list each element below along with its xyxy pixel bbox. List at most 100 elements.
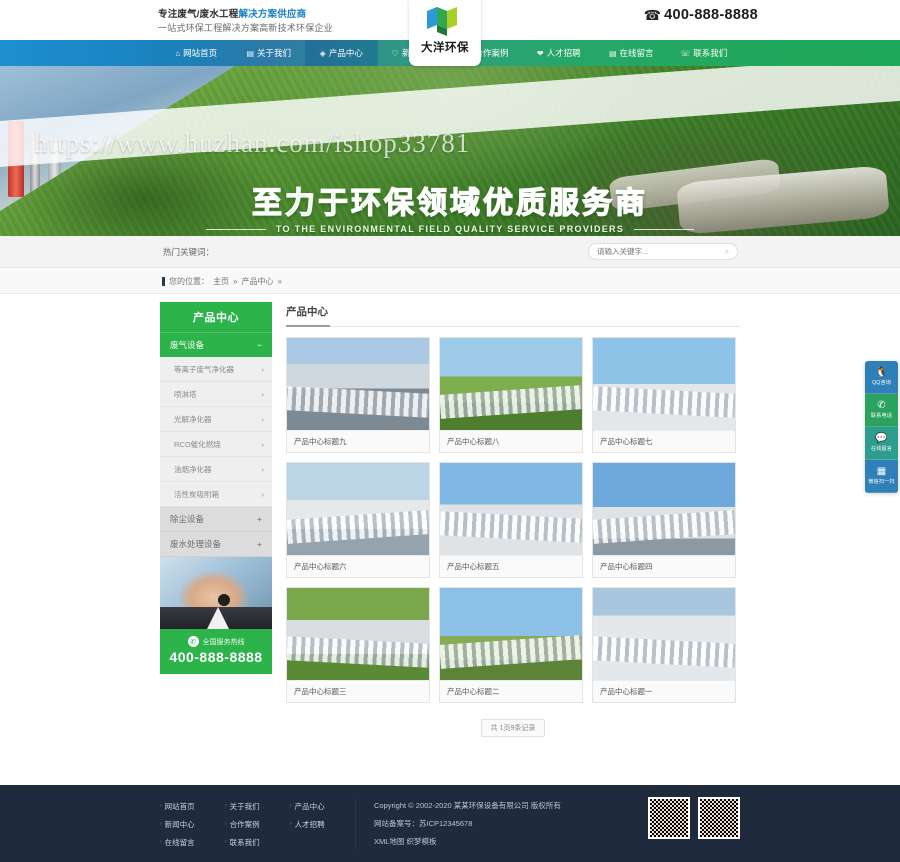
footer-link-4[interactable]: › 合作案例 [225, 815, 290, 833]
tool-item-label: 联系电话 [870, 413, 893, 419]
hot-keywords-label: 热门关键词： [163, 247, 215, 257]
sidebar-subitem-4[interactable]: 油烟净化器 › [160, 457, 272, 482]
pagination-info[interactable]: 共 1页9条记录 [480, 719, 546, 737]
sidebar-category-1[interactable]: 废水处理设备 + [160, 532, 272, 557]
chevron-right-icon: › [225, 838, 227, 845]
breadcrumb-sep-2: » [277, 277, 282, 286]
sidebar: 产品中心 废气设备 − 等离子废气净化器 › 喷淋塔 › 光解净化器 › RCO… [160, 302, 272, 737]
search-input[interactable] [589, 244, 717, 259]
sidebar-title: 产品中心 [160, 302, 272, 332]
product-title: 产品中心标题一 [593, 680, 735, 702]
footer-link-5[interactable]: › 人才招聘 [290, 815, 355, 833]
tool-item-1[interactable]: ✆ 联系电话 [865, 394, 898, 427]
company-slogan: 专注废气/废水工程解决方案供应商 一站式环保工程解决方案高新技术环保企业 [158, 8, 333, 35]
page-root: 专注废气/废水工程解决方案供应商 一站式环保工程解决方案高新技术环保企业 ☎ 4… [0, 0, 900, 862]
telephone-icon: ☎ [643, 7, 662, 23]
banner-rule-right [634, 228, 695, 230]
product-image [287, 588, 429, 680]
product-image [593, 338, 735, 430]
breadcrumb-item-home[interactable]: 主页 [213, 276, 229, 287]
footer-link-6[interactable]: › 在线留言 [160, 833, 225, 851]
footer-divider [355, 799, 356, 849]
nav-item-6[interactable]: ▤ 在线留言 [595, 40, 668, 66]
tool-item-2[interactable]: 💬 在线留言 [865, 427, 898, 460]
product-card[interactable]: 产品中心标题四 [592, 462, 736, 578]
product-title: 产品中心标题七 [593, 430, 735, 452]
sidebar-subitem-0[interactable]: 等离子废气净化器 › [160, 357, 272, 382]
product-card[interactable]: 产品中心标题三 [286, 587, 430, 703]
product-card[interactable]: 产品中心标题二 [439, 587, 583, 703]
product-title: 产品中心标题二 [440, 680, 582, 702]
content-header: 产品中心 [286, 302, 740, 327]
expand-plus-icon: + [257, 539, 262, 549]
sidebar-subitem-label: 等离子废气净化器 [174, 364, 234, 374]
footer-link-3[interactable]: › 新闻中心 [160, 815, 225, 833]
floating-toolbar: 🐧 QQ咨询 ✆ 联系电话 💬 在线留言 ▦ 微信扫一扫 [865, 361, 898, 493]
chat-bubble-icon: 💬 [875, 433, 888, 444]
banner-subtitle-text: TO THE ENVIRONMENTAL FIELD QUALITY SERVI… [275, 224, 625, 234]
box-icon: ◈ [319, 48, 326, 58]
product-image [287, 463, 429, 555]
footer-link-7[interactable]: › 联系我们 [225, 833, 290, 851]
breadcrumb-marker-icon [162, 277, 165, 286]
nav-item-7[interactable]: ☏ 联系我们 [668, 40, 741, 66]
product-card[interactable]: 产品中心标题六 [286, 462, 430, 578]
slogan-line2: 一站式环保工程解决方案高新技术环保企业 [158, 22, 333, 33]
sidebar-subitem-label: 油烟净化器 [174, 464, 212, 474]
product-card[interactable]: 产品中心标题一 [592, 587, 736, 703]
sidebar-hotline: ✆ 全国服务热线 400-888-8888 [160, 629, 272, 674]
footer-link-2[interactable]: › 产品中心 [290, 797, 355, 815]
sidebar-subitem-1[interactable]: 喷淋塔 › [160, 382, 272, 407]
nav-item-label: 人才招聘 [546, 48, 581, 58]
product-image [287, 338, 429, 430]
product-content: 产品中心 产品中心标题九 产品中心标题八 产品中心标题七 产品中心标题六 产品中… [286, 302, 740, 737]
product-card[interactable]: 产品中心标题九 [286, 337, 430, 453]
breadcrumb-item-products[interactable]: 产品中心 [241, 276, 273, 287]
chevron-right-icon: › [261, 464, 265, 474]
hotline-label: 全国服务热线 [202, 638, 245, 646]
site-logo[interactable]: 大洋环保 [409, 0, 481, 66]
product-image [440, 588, 582, 680]
nav-item-1[interactable]: ▤ 关于我们 [233, 40, 306, 66]
chevron-right-icon: › [225, 802, 227, 809]
phone-circle-icon: ✆ [187, 636, 199, 647]
footer-navigation: › 网站首页 › 关于我们 › 产品中心 › 新闻中心 › 合作案例 › 人才招… [160, 797, 355, 851]
sidebar-subitem-3[interactable]: RCO催化燃烧 › [160, 432, 272, 457]
sidebar-category-active-label: 废气设备 [170, 340, 205, 350]
search-icon[interactable]: ⌕ [717, 244, 737, 259]
sidebar-category-active[interactable]: 废气设备 − [160, 332, 272, 357]
footer-link-label: 人才招聘 [294, 819, 325, 829]
sidebar-category-0[interactable]: 除尘设备 + [160, 507, 272, 532]
footer-link-label: 合作案例 [229, 819, 260, 829]
sidebar-subitem-label: 喷淋塔 [174, 389, 197, 399]
sidebar-subitem-5[interactable]: 活性炭吸附箱 › [160, 482, 272, 507]
nav-item-5[interactable]: ❤ 人才招聘 [523, 40, 596, 66]
qq-penguin-icon: 🐧 [875, 367, 888, 378]
tool-item-0[interactable]: 🐧 QQ咨询 [865, 361, 898, 394]
footer-link-1[interactable]: › 关于我们 [225, 797, 290, 815]
product-card[interactable]: 产品中心标题八 [439, 337, 583, 453]
nav-item-label: 联系我们 [693, 48, 728, 58]
nav-item-0[interactable]: ⌂ 网站首页 [160, 40, 233, 66]
breadcrumb-sep-1: » [233, 277, 238, 286]
expand-plus-icon: + [257, 514, 262, 524]
header-phone-number: 400-888-8888 [664, 7, 758, 23]
tool-item-3[interactable]: ▦ 微信扫一扫 [865, 460, 898, 493]
wechat-qrcode [648, 797, 690, 839]
footer-link-label: 网站首页 [164, 801, 195, 811]
news-icon: ♡ [391, 48, 399, 58]
breadcrumb-label: 您的位置： [169, 277, 209, 286]
footer-link-0[interactable]: › 网站首页 [160, 797, 225, 815]
product-card[interactable]: 产品中心标题七 [592, 337, 736, 453]
footer-extra-links: XML地图 织梦模板 [374, 837, 437, 846]
nav-item-2[interactable]: ◈ 产品中心 [305, 40, 378, 66]
contact-icon: ☏ [680, 48, 691, 58]
footer-info: Copyright © 2002-2020 某某环保设备有限公司 版权所有 网站… [374, 797, 648, 851]
message-icon: ▤ [608, 48, 617, 58]
tool-item-label: 在线留言 [870, 446, 893, 452]
sidebar-category-label: 除尘设备 [170, 514, 205, 524]
people-icon: ❤ [536, 48, 544, 58]
product-card[interactable]: 产品中心标题五 [439, 462, 583, 578]
sidebar-subitem-2[interactable]: 光解净化器 › [160, 407, 272, 432]
breadcrumb: 您的位置： 主页 » 产品中心 » [162, 276, 282, 287]
